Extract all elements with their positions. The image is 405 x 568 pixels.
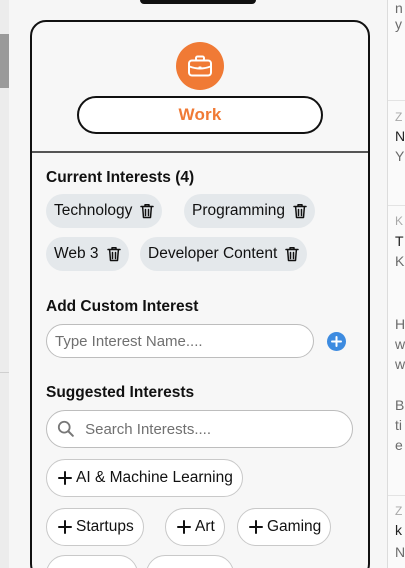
suggested-chip-startups[interactable]: Startups <box>46 508 144 546</box>
category-icon-badge <box>176 42 224 90</box>
plus-icon <box>249 520 263 534</box>
feed-fragment: N <box>395 128 405 144</box>
interest-chip-technology: Technology <box>46 194 163 228</box>
suggested-chip-label: AI & Machine Learning <box>76 469 233 486</box>
suggested-chip-partial[interactable] <box>146 555 234 568</box>
suggested-chip-partial[interactable] <box>46 555 138 568</box>
suggested-chip-label: Startups <box>76 518 134 535</box>
interest-chip-programming: Programming <box>184 194 316 228</box>
search-icon <box>57 420 74 437</box>
plus-icon <box>58 471 72 485</box>
plus-icon <box>177 520 191 534</box>
feed-fragment: N <box>395 544 405 560</box>
feed-fragment: B <box>395 397 405 413</box>
plus-circle-icon <box>331 336 342 347</box>
briefcase-icon <box>188 55 212 77</box>
background-scroll-block <box>0 34 9 88</box>
feed-divider <box>388 495 405 496</box>
feed-fragment: y <box>395 16 402 32</box>
feed-fragment: K <box>395 214 404 228</box>
suggested-chip-label: Gaming <box>267 518 322 535</box>
interest-chip-label: Web 3 <box>54 245 99 262</box>
feed-fragment: ti <box>395 417 402 433</box>
feed-fragment: k <box>395 522 402 538</box>
feed-fragment: n <box>395 0 403 16</box>
background-left-pane <box>0 0 9 568</box>
custom-interest-field[interactable] <box>46 324 314 358</box>
trash-icon[interactable] <box>106 246 121 262</box>
feed-fragment: T <box>395 233 404 249</box>
feed-fragment: Z <box>395 504 403 518</box>
feed-fragment: H <box>395 316 405 332</box>
trash-icon[interactable] <box>285 246 299 262</box>
feed-fragment: e <box>395 437 403 453</box>
interest-chip-label: Technology <box>54 202 133 219</box>
interest-chip-web3: Web 3 <box>46 237 129 271</box>
suggested-chip-ai-ml[interactable]: AI & Machine Learning <box>46 459 243 497</box>
add-custom-interest-title: Add Custom Interest <box>46 298 199 315</box>
plus-icon <box>58 520 72 534</box>
background-divider <box>0 372 9 373</box>
add-interest-button[interactable] <box>327 332 346 351</box>
section-divider <box>32 151 368 153</box>
suggested-chip-gaming[interactable]: Gaming <box>237 508 332 546</box>
suggested-chip-label: Art <box>195 518 215 535</box>
background-feed-pane: n y Z N Y K T K H w w B ti e Z k N <box>387 0 405 568</box>
feed-fragment: w <box>395 336 405 352</box>
interest-chip-developer-content: Developer Content <box>140 237 308 271</box>
custom-interest-input[interactable] <box>55 332 313 350</box>
suggested-interests-title: Suggested Interests <box>46 384 195 401</box>
interest-chip-label: Developer Content <box>148 245 278 262</box>
feed-fragment: K <box>395 253 405 269</box>
interest-editor-card: Work Current Interests (4) Technology Pr… <box>30 20 370 568</box>
current-interests-title: Current Interests (4) <box>46 169 195 186</box>
search-interests-input[interactable] <box>85 420 352 438</box>
top-handle <box>140 0 256 4</box>
trash-icon[interactable] <box>140 203 155 219</box>
category-label: Work <box>178 105 222 124</box>
suggested-chip-art[interactable]: Art <box>165 508 225 546</box>
feed-fragment: Z <box>395 110 403 124</box>
search-interests-field[interactable] <box>46 410 353 448</box>
feed-fragment: w <box>395 356 405 372</box>
trash-icon[interactable] <box>293 203 307 219</box>
category-name-pill[interactable]: Work <box>77 96 323 134</box>
feed-divider <box>388 205 405 206</box>
interest-chip-label: Programming <box>192 202 286 219</box>
feed-fragment: Y <box>395 148 405 164</box>
feed-divider <box>388 100 405 101</box>
